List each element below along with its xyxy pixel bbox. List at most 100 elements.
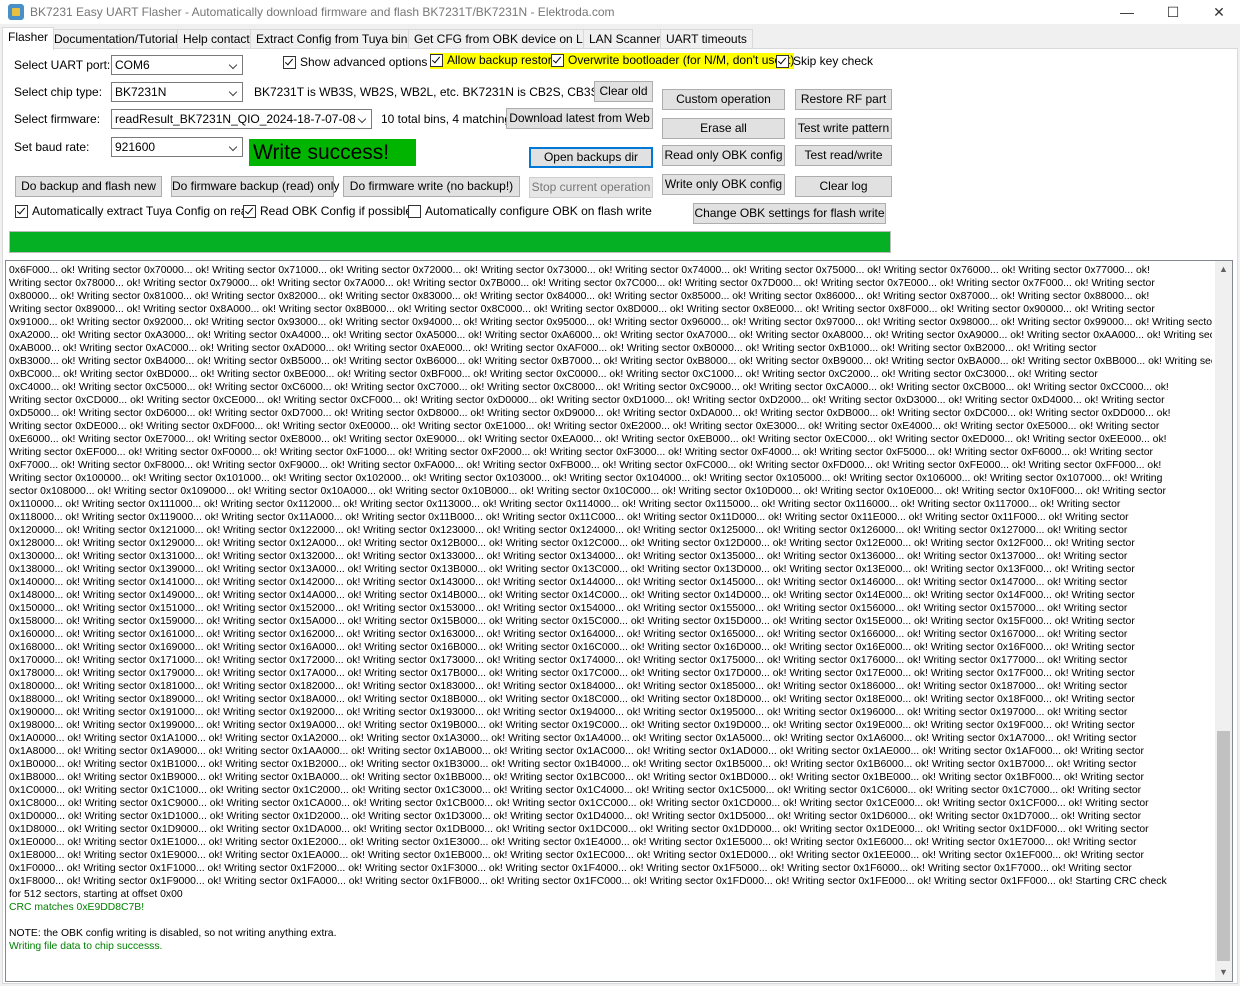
bins-info-text: 10 total bins, 4 matching. <box>381 112 515 126</box>
chip-type-select[interactable]: BK7231N <box>111 82 243 102</box>
checkbox-unchecked-icon <box>408 205 421 218</box>
write-only-obk-button[interactable]: Write only OBK config <box>662 174 785 195</box>
open-backups-button[interactable]: Open backups dir <box>529 147 653 168</box>
firmware-label: Select firmware: <box>14 112 101 126</box>
log-textbox[interactable]: 0x6F000... ok! Writing sector 0x70000...… <box>5 260 1233 982</box>
log-line: 0xF7000... ok! Writing sector 0xF8000...… <box>9 460 1162 471</box>
log-line: 0x1D8000... ok! Writing sector 0x1D9000.… <box>9 824 1149 835</box>
log-line: 0x150000... ok! Writing sector 0x151000.… <box>9 603 1128 614</box>
log-content: 0x6F000... ok! Writing sector 0x70000...… <box>9 264 1212 953</box>
log-line: 0x170000... ok! Writing sector 0x171000.… <box>9 655 1128 666</box>
firmware-select[interactable]: readResult_BK7231N_QIO_2024-18-7-07-08-3… <box>111 109 372 129</box>
baud-rate-value: 921600 <box>115 140 156 154</box>
log-line: 0x190000... ok! Writing sector 0x191000.… <box>9 707 1128 718</box>
log-line: Writing sector 0x100000... ok! Writing s… <box>9 473 1163 484</box>
log-scrollbar[interactable]: ▲ ▼ <box>1215 261 1232 981</box>
log-line: 0x138000... ok! Writing sector 0x139000.… <box>9 564 1135 575</box>
checkbox-checked-icon <box>776 55 789 68</box>
checkbox-checked-icon <box>551 54 564 67</box>
auto-extract-tuya-label: Automatically extract Tuya Config on rea… <box>32 204 255 218</box>
auto-extract-tuya-checkbox[interactable]: Automatically extract Tuya Config on rea… <box>15 204 254 220</box>
log-line: 0x178000... ok! Writing sector 0x179000.… <box>9 668 1135 679</box>
log-line: 0x1F0000... ok! Writing sector 0x1F1000.… <box>9 863 1132 874</box>
scroll-up-icon[interactable]: ▲ <box>1215 261 1232 278</box>
log-line: Writing sector 0x78000... ok! Writing se… <box>9 278 1155 289</box>
tab-flasher[interactable]: Flasher <box>2 27 55 50</box>
log-line: sector 0x108000... ok! Writing sector 0x… <box>9 486 1166 497</box>
show-advanced-label: Show advanced options <box>300 55 428 69</box>
restore-rf-button[interactable]: Restore RF part <box>795 89 892 110</box>
auto-configure-obk-checkbox[interactable]: Automatically configure OBK on flash wri… <box>408 204 652 220</box>
log-line: 0x198000... ok! Writing sector 0x199000.… <box>9 720 1135 731</box>
log-line: 0x1B0000... ok! Writing sector 0x1B1000.… <box>9 759 1137 770</box>
skip-key-check-checkbox[interactable]: Skip key check <box>776 54 873 70</box>
stop-operation-button[interactable]: Stop current operation <box>529 177 653 198</box>
log-line: 0x130000... ok! Writing sector 0x131000.… <box>9 551 1128 562</box>
log-line: 0x168000... ok! Writing sector 0x169000.… <box>9 642 1135 653</box>
auto-configure-obk-label: Automatically configure OBK on flash wri… <box>425 204 652 218</box>
minimize-button[interactable]: — <box>1104 0 1150 24</box>
show-advanced-checkbox[interactable]: Show advanced options <box>283 55 427 71</box>
chevron-down-icon <box>355 110 371 128</box>
test-read-write-button[interactable]: Test read/write <box>795 145 892 166</box>
log-line: Writing file data to chip successs. <box>9 941 163 952</box>
tab-get-cfg-obk[interactable]: Get CFG from OBK device on LAN <box>408 29 606 49</box>
tab-lan-scanner[interactable]: LAN Scanner <box>583 29 667 49</box>
firmware-write-button[interactable]: Do firmware write (no backup!) <box>343 176 520 197</box>
checkbox-checked-icon <box>243 205 256 218</box>
read-only-obk-button[interactable]: Read only OBK config <box>662 145 785 166</box>
window-title: BK7231 Easy UART Flasher - Automatically… <box>30 5 615 19</box>
download-latest-button[interactable]: Download latest from Web <box>506 108 653 129</box>
tab-uart-timeouts[interactable]: UART timeouts <box>660 29 753 49</box>
erase-all-button[interactable]: Erase all <box>662 118 785 139</box>
log-line: 0x148000... ok! Writing sector 0x149000.… <box>9 590 1135 601</box>
uart-port-select[interactable]: COM6 <box>111 55 243 75</box>
checkbox-checked-icon <box>430 54 443 67</box>
app-icon <box>8 4 24 20</box>
log-line: 0xA2000... ok! Writing sector 0xA3000...… <box>9 330 1212 341</box>
log-line: 0x1A8000... ok! Writing sector 0x1A9000.… <box>9 746 1145 757</box>
read-obk-config-label: Read OBK Config if possible <box>260 204 413 218</box>
log-line: 0xB3000... ok! Writing sector 0xB4000...… <box>9 356 1212 367</box>
status-message: Write success! <box>249 139 416 166</box>
clear-log-button[interactable]: Clear log <box>795 176 892 197</box>
log-line: 0x110000... ok! Writing sector 0x111000.… <box>9 499 1121 510</box>
tab-help-contact[interactable]: Help contact <box>177 29 256 49</box>
scroll-thumb[interactable] <box>1217 731 1230 961</box>
allow-backup-restore-checkbox[interactable]: Allow backup restore <box>430 53 559 69</box>
log-line: 0x118000... ok! Writing sector 0x119000.… <box>9 512 1129 523</box>
firmware-backup-button[interactable]: Do firmware backup (read) only <box>171 176 339 197</box>
chevron-down-icon <box>226 83 242 101</box>
log-line: 0xD5000... ok! Writing sector 0xD6000...… <box>9 408 1171 419</box>
maximize-button[interactable]: ☐ <box>1150 0 1196 24</box>
scroll-down-icon[interactable]: ▼ <box>1215 964 1232 981</box>
tab-documentation[interactable]: Documentation/Tutorials <box>48 29 190 49</box>
change-obk-settings-button[interactable]: Change OBK settings for flash write <box>693 203 886 224</box>
log-line: Writing sector 0xCD000... ok! Writing se… <box>9 395 1165 406</box>
log-line: 0x1C8000... ok! Writing sector 0x1C9000.… <box>9 798 1149 809</box>
firmware-value: readResult_BK7231N_QIO_2024-18-7-07-08-3… <box>115 112 372 126</box>
progress-bar <box>9 231 891 253</box>
baud-rate-label: Set baud rate: <box>14 140 90 154</box>
custom-operation-button[interactable]: Custom operation <box>662 89 785 110</box>
log-line: 0x1B8000... ok! Writing sector 0x1B9000.… <box>9 772 1145 783</box>
skip-key-check-label: Skip key check <box>793 54 874 68</box>
checkbox-checked-icon <box>15 205 28 218</box>
overwrite-bootloader-checkbox[interactable]: Overwrite bootloader (for N/M, don't use… <box>551 53 795 69</box>
log-line: 0x80000... ok! Writing sector 0x81000...… <box>9 291 1150 302</box>
test-write-pattern-button[interactable]: Test write pattern <box>795 118 892 139</box>
close-button[interactable]: ✕ <box>1196 0 1240 24</box>
tab-extract-config[interactable]: Extract Config from Tuya binary <box>250 29 431 49</box>
log-line: 0x1D0000... ok! Writing sector 0x1D1000.… <box>9 811 1142 822</box>
log-line: NOTE: the OBK config writing is disabled… <box>9 928 337 939</box>
log-line: 0x1F8000... ok! Writing sector 0x1F9000.… <box>9 876 1167 887</box>
allow-backup-restore-label: Allow backup restore <box>447 53 559 67</box>
read-obk-config-checkbox[interactable]: Read OBK Config if possible <box>243 204 412 220</box>
log-line: 0x160000... ok! Writing sector 0x161000.… <box>9 629 1128 640</box>
title-bar: BK7231 Easy UART Flasher - Automatically… <box>0 0 1240 24</box>
uart-port-label: Select UART port: <box>14 58 111 72</box>
baud-rate-select[interactable]: 921600 <box>111 137 243 157</box>
clear-old-button[interactable]: Clear old <box>594 81 653 102</box>
backup-and-flash-button[interactable]: Do backup and flash new <box>15 176 162 197</box>
